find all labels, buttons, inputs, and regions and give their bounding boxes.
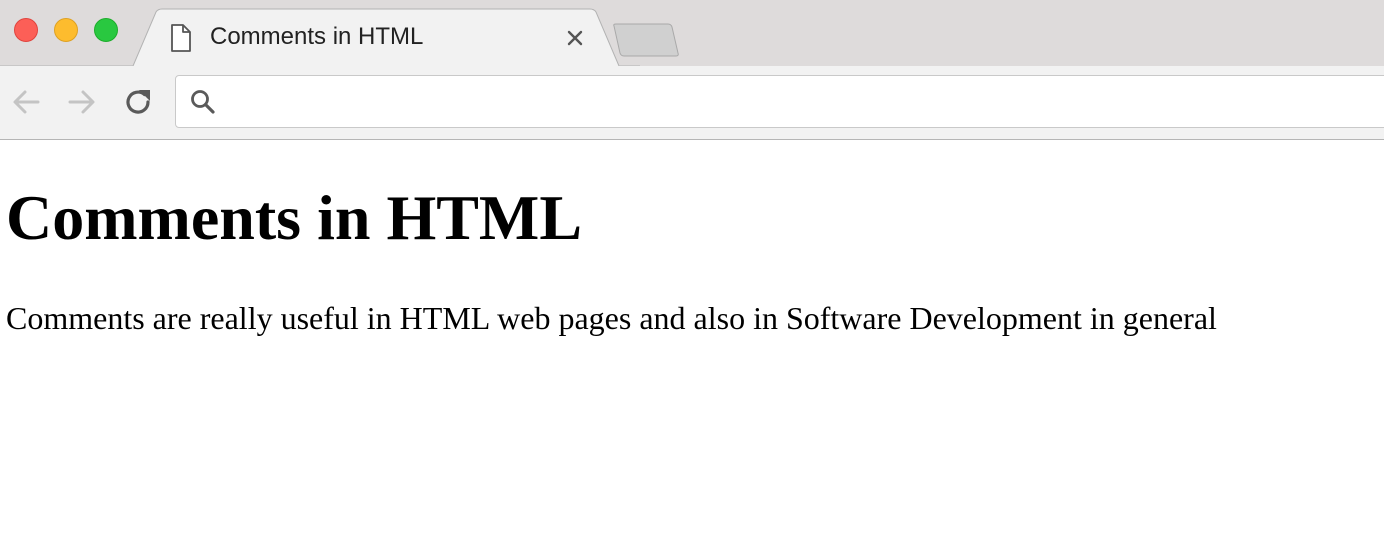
new-tab-button[interactable] (610, 22, 682, 58)
tab-title: Comments in HTML (210, 23, 424, 50)
address-bar[interactable] (175, 75, 1384, 128)
address-input[interactable] (228, 76, 1328, 127)
page-paragraph: Comments are really useful in HTML web p… (6, 300, 1217, 336)
forward-button[interactable] (66, 86, 98, 118)
arrow-right-icon (68, 90, 95, 114)
reload-button[interactable] (122, 86, 154, 118)
document-icon (171, 24, 191, 52)
browser-toolbar (0, 66, 1384, 140)
tab-close-icon[interactable] (562, 25, 588, 51)
search-icon (191, 90, 215, 114)
reload-icon (126, 90, 150, 114)
page-heading: Comments in HTML (6, 182, 582, 253)
browser-window: Comments in HTML Comments in HTML Commen… (0, 0, 1384, 558)
tab-strip: Comments in HTML (0, 0, 1384, 67)
arrow-left-icon (13, 90, 40, 114)
back-button[interactable] (10, 86, 42, 118)
page-content: Comments in HTML Comments are really use… (0, 140, 1384, 558)
